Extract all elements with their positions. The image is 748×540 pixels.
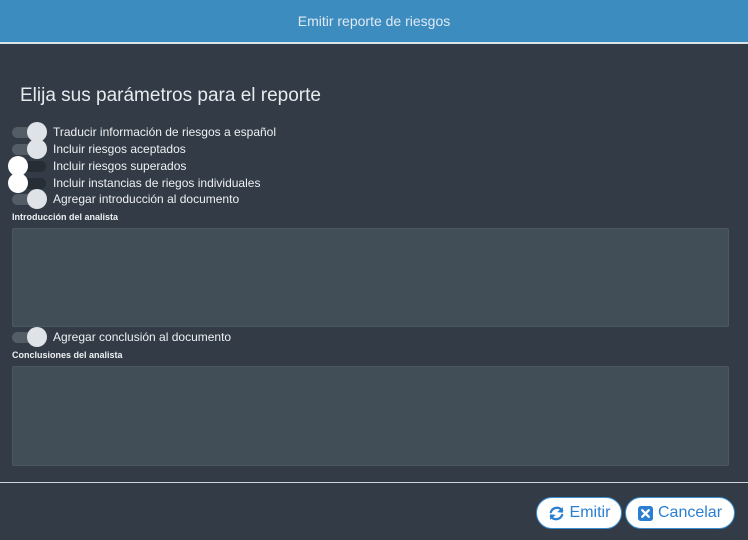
toggle-switch[interactable] (10, 122, 47, 142)
intro-textarea[interactable] (12, 228, 729, 327)
option-translate[interactable]: Traducir información de riesgos a españo… (10, 122, 277, 142)
option-add-conclusion[interactable]: Agregar conclusión al documento (10, 327, 232, 347)
dialog-header: Emitir reporte de riesgos (0, 0, 748, 44)
emit-button-label: Emitir (569, 504, 611, 521)
option-label: Traducir información de riesgos a españo… (53, 125, 277, 139)
dialog-title: Emitir reporte de riesgos (297, 13, 451, 29)
toggle-switch[interactable] (10, 189, 47, 209)
option-label: Incluir riesgos aceptados (53, 142, 186, 156)
toggle-switch[interactable] (10, 327, 47, 347)
close-box-icon (637, 505, 653, 521)
option-add-introduction[interactable]: Agregar introducción al documento (10, 189, 240, 209)
emit-button[interactable]: Emitir (536, 497, 622, 529)
cancel-button[interactable]: Cancelar (625, 497, 735, 529)
section-title: Elija sus parámetros para el reporte (20, 85, 321, 106)
option-label: Incluir instancias de riegos individuale… (53, 176, 261, 190)
toggle-switch[interactable] (8, 156, 46, 176)
conclusion-textarea[interactable] (12, 366, 729, 466)
conclusion-field-label: Conclusiones del analista (12, 350, 123, 360)
toggle-switch[interactable] (10, 139, 47, 159)
footer-divider (0, 482, 748, 483)
option-accepted-risks[interactable]: Incluir riesgos aceptados (10, 139, 186, 159)
option-label: Agregar conclusión al documento (53, 330, 232, 344)
option-label: Agregar introducción al documento (53, 192, 240, 206)
intro-field-label: Introducción del analista (12, 212, 119, 222)
refresh-icon (548, 505, 565, 522)
option-label: Incluir riesgos superados (53, 159, 187, 173)
toggle-switch[interactable] (8, 173, 46, 193)
option-individual-instances[interactable]: Incluir instancias de riegos individuale… (8, 173, 261, 193)
cancel-button-label: Cancelar (657, 504, 723, 521)
option-overcome-risks[interactable]: Incluir riesgos superados (8, 156, 187, 176)
